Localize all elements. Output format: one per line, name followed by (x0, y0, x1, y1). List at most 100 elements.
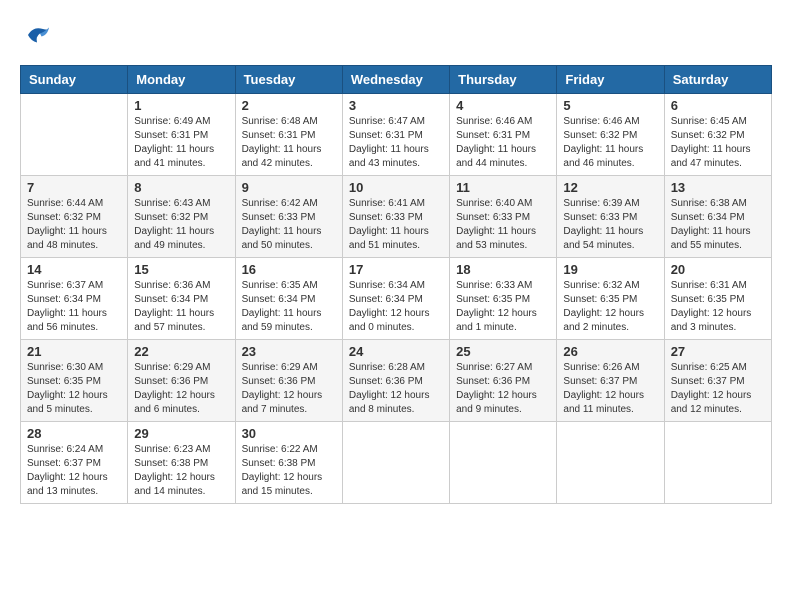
day-info: Sunrise: 6:41 AMSunset: 6:33 PMDaylight:… (349, 197, 443, 253)
calendar-cell (21, 94, 128, 176)
day-number: 1 (134, 98, 228, 113)
logo (20, 20, 52, 55)
day-info: Sunrise: 6:22 AMSunset: 6:38 PMDaylight:… (242, 443, 336, 499)
calendar-cell: 6Sunrise: 6:45 AMSunset: 6:32 PMDaylight… (664, 94, 771, 176)
calendar-cell: 13 Sunrise: 6:38 AMSunset: 6:34 PMDayligh… (664, 176, 771, 258)
calendar-cell: 16Sunrise: 6:35 AMSunset: 6:34 PMDayligh… (235, 258, 342, 340)
calendar-cell (450, 422, 557, 504)
day-info: Sunrise: 6:43 AMSunset: 6:32 PMDaylight:… (134, 197, 228, 253)
day-number: 8 (134, 180, 228, 195)
day-number: 19 (563, 262, 657, 277)
day-info: Sunrise: 6:48 AMSunset: 6:31 PMDaylight:… (242, 115, 336, 171)
day-info: Sunrise: 6:29 AMSunset: 6:36 PMDaylight:… (242, 361, 336, 417)
day-number: 18 (456, 262, 550, 277)
day-info: Sunrise: 6:28 AMSunset: 6:36 PMDaylight:… (349, 361, 443, 417)
day-info: Sunrise: 6:37 AMSunset: 6:34 PMDaylight:… (27, 279, 121, 335)
calendar-week-row: 21 Sunrise: 6:30 AMSunset: 6:35 PMDayligh… (21, 340, 772, 422)
calendar-week-row: 28 Sunrise: 6:24 AMSunset: 6:37 PMDayligh… (21, 422, 772, 504)
day-number: 9 (242, 180, 336, 195)
calendar-cell: 10 Sunrise: 6:41 AMSunset: 6:33 PMDayligh… (342, 176, 449, 258)
calendar-header-row: SundayMondayTuesdayWednesdayThursdayFrid… (21, 66, 772, 94)
day-info: Sunrise: 6:29 AMSunset: 6:36 PMDaylight:… (134, 361, 228, 417)
day-info: Sunrise: 6:44 AMSunset: 6:32 PMDaylight:… (27, 197, 121, 253)
day-number: 13 (671, 180, 765, 195)
day-info: Sunrise: 6:24 AMSunset: 6:37 PMDaylight:… (27, 443, 121, 499)
day-number: 22 (134, 344, 228, 359)
weekday-header: Thursday (450, 66, 557, 94)
calendar-cell: 23 Sunrise: 6:29 AMSunset: 6:36 PMDayligh… (235, 340, 342, 422)
day-info: Sunrise: 6:42 AMSunset: 6:33 PMDaylight:… (242, 197, 336, 253)
calendar-table: SundayMondayTuesdayWednesdayThursdayFrid… (20, 65, 772, 504)
weekday-header: Saturday (664, 66, 771, 94)
day-info: Sunrise: 6:36 AMSunset: 6:34 PMDaylight:… (134, 279, 228, 335)
weekday-header: Monday (128, 66, 235, 94)
day-number: 17 (349, 262, 443, 277)
calendar-cell: 21 Sunrise: 6:30 AMSunset: 6:35 PMDayligh… (21, 340, 128, 422)
day-info: Sunrise: 6:34 AMSunset: 6:34 PMDaylight:… (349, 279, 443, 335)
day-number: 14 (27, 262, 121, 277)
calendar-cell: 11Sunrise: 6:40 AMSunset: 6:33 PMDayligh… (450, 176, 557, 258)
calendar-cell: 4 Sunrise: 6:46 AMSunset: 6:31 PMDaylight… (450, 94, 557, 176)
weekday-header: Tuesday (235, 66, 342, 94)
day-number: 20 (671, 262, 765, 277)
calendar-cell (342, 422, 449, 504)
day-info: Sunrise: 6:38 AMSunset: 6:34 PMDaylight:… (671, 197, 765, 253)
day-info: Sunrise: 6:30 AMSunset: 6:35 PMDaylight:… (27, 361, 121, 417)
day-info: Sunrise: 6:49 AMSunset: 6:31 PMDaylight:… (134, 115, 228, 171)
day-number: 23 (242, 344, 336, 359)
calendar-cell: 20Sunrise: 6:31 AMSunset: 6:35 PMDayligh… (664, 258, 771, 340)
day-info: Sunrise: 6:46 AMSunset: 6:32 PMDaylight:… (563, 115, 657, 171)
day-info: Sunrise: 6:39 AMSunset: 6:33 PMDaylight:… (563, 197, 657, 253)
day-number: 5 (563, 98, 657, 113)
calendar-cell: 8 Sunrise: 6:43 AMSunset: 6:32 PMDaylight… (128, 176, 235, 258)
day-number: 10 (349, 180, 443, 195)
day-number: 2 (242, 98, 336, 113)
calendar-cell: 19Sunrise: 6:32 AMSunset: 6:35 PMDayligh… (557, 258, 664, 340)
calendar-cell: 26 Sunrise: 6:26 AMSunset: 6:37 PMDayligh… (557, 340, 664, 422)
day-number: 25 (456, 344, 550, 359)
day-number: 26 (563, 344, 657, 359)
calendar-cell: 1 Sunrise: 6:49 AMSunset: 6:31 PMDaylight… (128, 94, 235, 176)
calendar-cell: 17 Sunrise: 6:34 AMSunset: 6:34 PMDayligh… (342, 258, 449, 340)
day-info: Sunrise: 6:46 AMSunset: 6:31 PMDaylight:… (456, 115, 550, 171)
calendar-cell: 14 Sunrise: 6:37 AMSunset: 6:34 PMDayligh… (21, 258, 128, 340)
calendar-cell: 22 Sunrise: 6:29 AMSunset: 6:36 PMDayligh… (128, 340, 235, 422)
day-info: Sunrise: 6:40 AMSunset: 6:33 PMDaylight:… (456, 197, 550, 253)
day-number: 12 (563, 180, 657, 195)
calendar-cell: 12 Sunrise: 6:39 AMSunset: 6:33 PMDayligh… (557, 176, 664, 258)
calendar-cell: 29 Sunrise: 6:23 AMSunset: 6:38 PMDayligh… (128, 422, 235, 504)
calendar-cell: 24 Sunrise: 6:28 AMSunset: 6:36 PMDayligh… (342, 340, 449, 422)
day-number: 4 (456, 98, 550, 113)
day-number: 24 (349, 344, 443, 359)
day-info: Sunrise: 6:33 AMSunset: 6:35 PMDaylight:… (456, 279, 550, 335)
calendar-cell: 5 Sunrise: 6:46 AMSunset: 6:32 PMDaylight… (557, 94, 664, 176)
calendar-week-row: 7 Sunrise: 6:44 AMSunset: 6:32 PMDaylight… (21, 176, 772, 258)
weekday-header: Friday (557, 66, 664, 94)
calendar-cell: 28 Sunrise: 6:24 AMSunset: 6:37 PMDayligh… (21, 422, 128, 504)
day-number: 29 (134, 426, 228, 441)
day-info: Sunrise: 6:47 AMSunset: 6:31 PMDaylight:… (349, 115, 443, 171)
calendar-cell (664, 422, 771, 504)
calendar-cell: 9 Sunrise: 6:42 AMSunset: 6:33 PMDaylight… (235, 176, 342, 258)
logo-bird-icon (22, 20, 52, 50)
day-number: 30 (242, 426, 336, 441)
weekday-header: Sunday (21, 66, 128, 94)
page-header (20, 20, 772, 55)
day-info: Sunrise: 6:45 AMSunset: 6:32 PMDaylight:… (671, 115, 765, 171)
calendar-cell (557, 422, 664, 504)
day-number: 28 (27, 426, 121, 441)
calendar-cell: 7 Sunrise: 6:44 AMSunset: 6:32 PMDaylight… (21, 176, 128, 258)
day-number: 21 (27, 344, 121, 359)
weekday-header: Wednesday (342, 66, 449, 94)
day-info: Sunrise: 6:23 AMSunset: 6:38 PMDaylight:… (134, 443, 228, 499)
day-number: 15 (134, 262, 228, 277)
calendar-cell: 15 Sunrise: 6:36 AMSunset: 6:34 PMDayligh… (128, 258, 235, 340)
day-info: Sunrise: 6:26 AMSunset: 6:37 PMDaylight:… (563, 361, 657, 417)
calendar-cell: 3Sunrise: 6:47 AMSunset: 6:31 PMDaylight… (342, 94, 449, 176)
calendar-week-row: 1 Sunrise: 6:49 AMSunset: 6:31 PMDaylight… (21, 94, 772, 176)
calendar-week-row: 14 Sunrise: 6:37 AMSunset: 6:34 PMDayligh… (21, 258, 772, 340)
day-number: 7 (27, 180, 121, 195)
calendar-cell: 30 Sunrise: 6:22 AMSunset: 6:38 PMDayligh… (235, 422, 342, 504)
day-number: 16 (242, 262, 336, 277)
day-info: Sunrise: 6:25 AMSunset: 6:37 PMDaylight:… (671, 361, 765, 417)
